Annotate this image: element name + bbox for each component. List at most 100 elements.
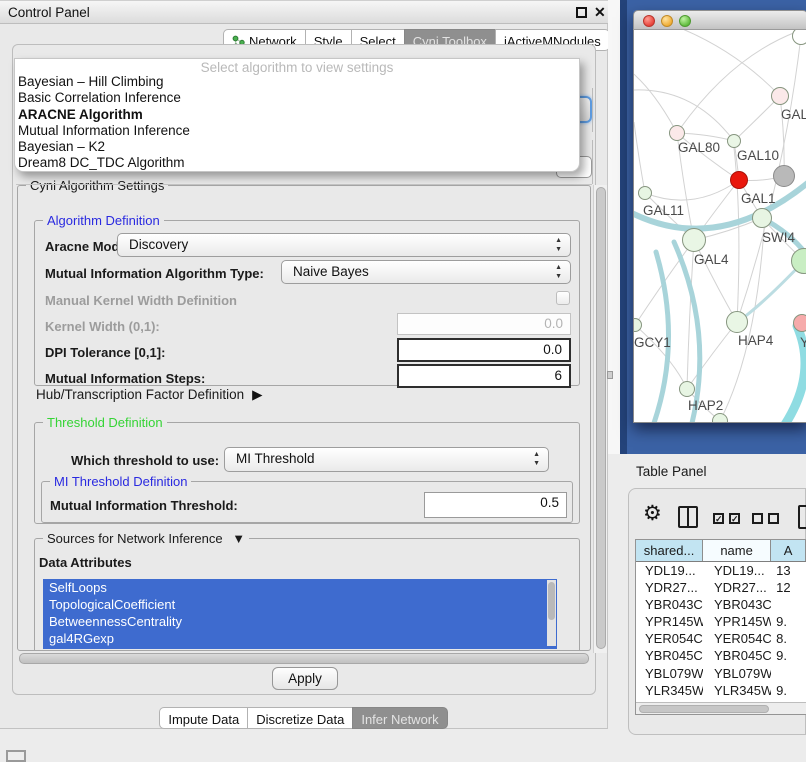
group-border-fragment (592, 140, 593, 184)
data-attributes-label: Data Attributes (39, 555, 132, 570)
algorithm-option[interactable]: Basic Correlation Inference (15, 90, 579, 106)
table-cell: 9. (771, 613, 806, 630)
network-canvas[interactable]: GALGAL80GAL10GAL1GAL11SWI4GAL4GCY1HAP4YH… (633, 30, 806, 423)
vertical-scrollbar[interactable] (593, 185, 607, 653)
column-header-1[interactable]: shared... (636, 540, 703, 561)
float-window-icon[interactable] (576, 7, 587, 18)
sources-group-title[interactable]: Sources for Network Inference ▼ (43, 531, 249, 546)
column-header-3[interactable]: A (771, 540, 806, 561)
network-node[interactable] (726, 311, 748, 333)
network-node[interactable] (727, 134, 741, 148)
tab-impute-data[interactable]: Impute Data (159, 707, 248, 729)
table-row[interactable]: YDR27...YDR27...12 (636, 579, 806, 596)
table-panel-title: Table Panel (636, 464, 707, 479)
aracne-mode-select[interactable]: Discovery ▲▼ (117, 233, 571, 257)
network-node[interactable] (682, 228, 706, 252)
close-traffic-light[interactable] (643, 15, 655, 27)
gear-icon[interactable]: ⚙ (643, 501, 662, 526)
mi-steps-field[interactable]: 6 (397, 364, 571, 388)
mi-threshold-field[interactable]: 0.5 (424, 492, 567, 518)
attribute-item[interactable]: TopologicalCoefficient (43, 596, 557, 613)
node-label: GAL (781, 107, 806, 122)
tab-discretize-data[interactable]: Discretize Data (247, 707, 353, 729)
checked-boxes-icon[interactable]: ✓ ✓ (713, 513, 740, 524)
network-node[interactable] (792, 30, 806, 45)
threshold-definition-title: Threshold Definition (43, 415, 167, 430)
mi-type-label: Mutual Information Algorithm Type: (45, 266, 264, 281)
table-cell: YDR27... (703, 579, 771, 596)
dpi-tolerance-label: DPI Tolerance [0,1]: (45, 345, 165, 360)
dpi-tolerance-field[interactable]: 0.0 (397, 338, 571, 362)
network-node[interactable] (669, 125, 685, 141)
manual-kernel-label: Manual Kernel Width Definition (45, 293, 237, 308)
apply-button[interactable]: Apply (272, 667, 338, 690)
algorithm-option[interactable]: Bayesian – Hill Climbing (15, 74, 579, 90)
network-node[interactable] (638, 186, 652, 200)
network-window-titlebar[interactable] (633, 10, 806, 30)
network-node[interactable] (679, 381, 695, 397)
table-scrollbar-thumb[interactable] (639, 705, 769, 713)
split-column-icon[interactable] (678, 506, 698, 528)
node-label: SWI4 (762, 230, 795, 245)
stepper-arrows-icon: ▲▼ (533, 450, 540, 468)
algorithm-option[interactable]: Mutual Information Inference (15, 123, 579, 139)
table-cell: YBR045C (636, 647, 703, 664)
network-node[interactable] (773, 165, 795, 187)
column-header-2[interactable]: name (703, 540, 771, 561)
algorithm-option[interactable]: Dream8 DC_TDC Algorithm (15, 155, 579, 171)
algorithm-option[interactable]: ARACNE Algorithm (15, 107, 579, 123)
tab-infer-network[interactable]: Infer Network (352, 707, 447, 729)
zoom-traffic-light[interactable] (679, 15, 691, 27)
table-row[interactable]: YPR145WYPR145W9. (636, 613, 806, 630)
vertical-scrollbar-thumb[interactable] (596, 187, 606, 649)
table-row[interactable]: YBR045CYBR045C9. (636, 647, 806, 664)
checkbox-checked-icon: ✓ (713, 513, 724, 524)
list-scrollbar[interactable] (547, 580, 556, 646)
kernel-width-field: 0.0 (397, 313, 571, 335)
minimize-traffic-light[interactable] (661, 15, 673, 27)
table-cell: YPR145W (636, 613, 703, 630)
attribute-item[interactable]: SelfLoops (43, 579, 557, 596)
kernel-width-label: Kernel Width (0,1): (45, 319, 160, 334)
attribute-item[interactable]: BetweennessCentrality (43, 613, 557, 630)
node-label: GCY1 (634, 335, 671, 350)
dropdown-items: Bayesian – Hill ClimbingBasic Correlatio… (15, 74, 579, 172)
table-cell (771, 596, 806, 613)
network-node[interactable] (730, 171, 748, 189)
table-body: YDL19...YDL19...13YDR27...YDR27...12YBR0… (636, 562, 806, 715)
network-node[interactable] (771, 87, 789, 105)
chevron-down-icon: ▼ (232, 531, 245, 546)
network-node[interactable] (712, 413, 728, 423)
hub-definition-expander[interactable]: Hub/Transcription Factor Definition▶ (36, 387, 262, 403)
table-row[interactable]: YER054CYER054C8. (636, 630, 806, 647)
table-cell: YBL079W (636, 665, 703, 682)
table-row[interactable]: YBL079WYBL079W (636, 665, 806, 682)
manual-kernel-checkbox[interactable] (556, 291, 570, 305)
table-cell: YER054C (703, 630, 771, 647)
network-node[interactable] (752, 208, 772, 228)
control-panel-titlebar: Control Panel ✕ (0, 0, 608, 24)
mi-type-select[interactable]: Naive Bayes ▲▼ (281, 260, 571, 284)
data-attributes-list[interactable]: SelfLoopsTopologicalCoefficientBetweenne… (43, 579, 557, 649)
table-cell: 9. (771, 682, 806, 699)
table-row[interactable]: YDL19...YDL19...13 (636, 562, 806, 579)
table-row[interactable]: YLR345WYLR345W9. (636, 682, 806, 699)
close-icon[interactable]: ✕ (594, 4, 606, 21)
node-label: GAL4 (694, 252, 729, 267)
node-label: Y (800, 335, 806, 350)
split-pane-divider[interactable] (608, 0, 620, 454)
table-horizontal-scrollbar[interactable] (636, 702, 806, 715)
table-row[interactable]: YBR043CYBR043C (636, 596, 806, 613)
attribute-item[interactable]: gal4RGexp (43, 630, 557, 647)
bottom-tab-bar: Impute DataDiscretize DataInfer Network (0, 707, 608, 729)
list-scrollbar-thumb[interactable] (548, 582, 555, 620)
which-threshold-select[interactable]: MI Threshold ▲▼ (224, 447, 549, 472)
chevron-right-icon: ▶ (252, 387, 262, 403)
minimized-panel-icon[interactable] (6, 750, 26, 762)
document-icon[interactable] (798, 505, 806, 529)
horizontal-scrollbar-thumb[interactable] (19, 653, 589, 664)
divider-grip[interactable] (607, 371, 613, 379)
network-node[interactable] (793, 314, 806, 332)
unchecked-boxes-icon[interactable] (752, 513, 779, 524)
algorithm-option[interactable]: Bayesian – K2 (15, 139, 579, 155)
